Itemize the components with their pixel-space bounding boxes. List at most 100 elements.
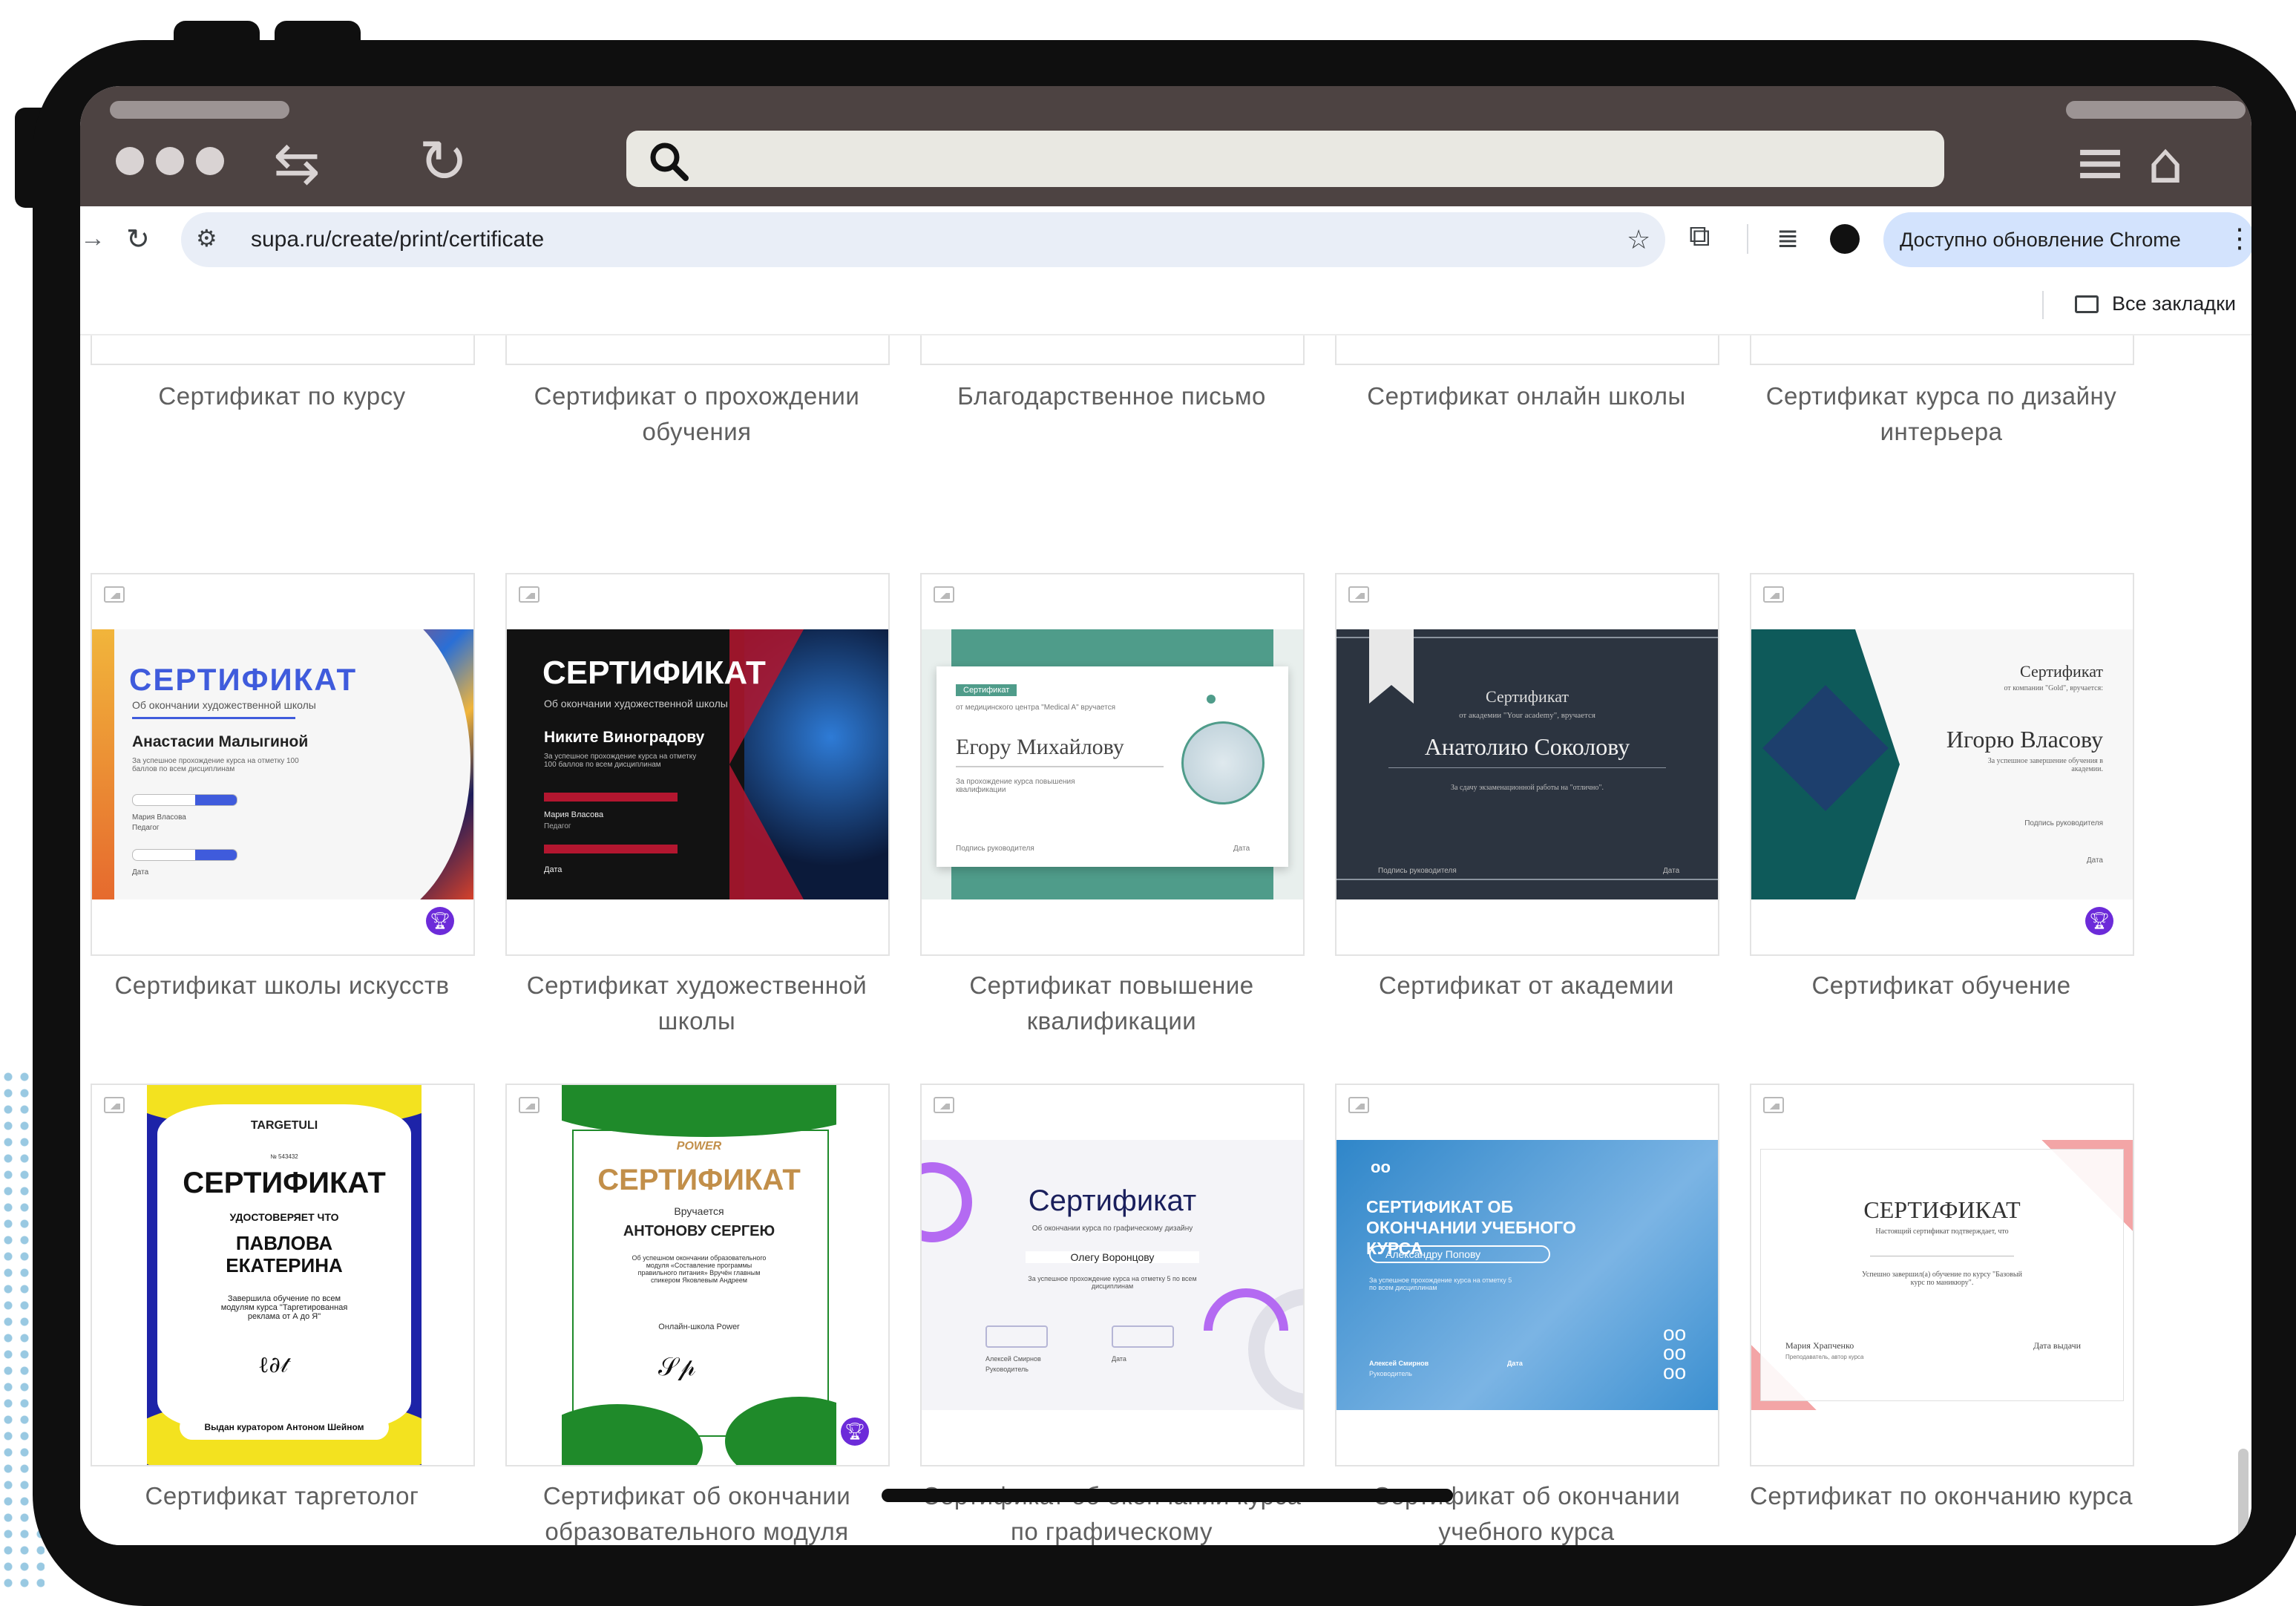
menu-icon[interactable]: ≡ <box>2073 131 2127 194</box>
signature-mark: ℓ∂𝓉 <box>258 1352 289 1378</box>
thumb-name: Игорю Власову <box>1946 726 2103 753</box>
thumb-date: Дата <box>1507 1360 1523 1367</box>
window-dot[interactable] <box>196 147 224 175</box>
search-field[interactable] <box>626 131 1944 187</box>
card-caption[interactable]: Сертификат школы искусств <box>89 968 475 1003</box>
trophy-icon: 🏆︎ <box>841 1417 869 1446</box>
card-caption[interactable]: Сертификат от академии <box>1334 968 1719 1003</box>
card-caption[interactable]: Сертификат о прохождении обучения <box>504 378 890 450</box>
certificate-card[interactable]: СЕРТИФИКАТ Об окончании художественной ш… <box>505 573 890 956</box>
device-toolbar: ⇆ ↻ ≡ ⌂ <box>80 86 2251 206</box>
card-top-partial[interactable] <box>1750 335 2134 365</box>
card-caption[interactable]: Сертификат курса по дизайну интерьера <box>1748 378 2134 450</box>
card-caption[interactable]: Сертификат онлайн школы <box>1334 378 1719 414</box>
thumb-date: Дата <box>1663 867 1680 875</box>
thumb-sign: Алексей Смирнов <box>985 1355 1041 1363</box>
thumb-title: СЕРТИФИКАТ <box>542 655 766 691</box>
thumb-footer: Онлайн-школа Power <box>658 1323 740 1331</box>
thumb-sign: Подпись руководителя <box>1378 867 1457 875</box>
thumb-title: СЕРТИФИКАТ <box>597 1164 801 1196</box>
thumb-body: За успешное прохождение курса на отметку… <box>132 757 299 773</box>
card-top-partial[interactable] <box>505 335 890 365</box>
thumb-subtitle: УДОСТОВЕРЯЕТ ЧТО <box>229 1211 339 1223</box>
reload-icon[interactable]: ↻ <box>419 132 468 191</box>
thumb-sign-role: Руководитель <box>1369 1370 1412 1377</box>
card-caption[interactable]: Сертификат повышение квалификации <box>919 968 1305 1039</box>
thumb-body: За успешное прохождение курса на отметку… <box>1028 1275 1197 1290</box>
image-icon <box>1763 1097 1784 1113</box>
certificate-card[interactable]: СЕРТИФИКАТ Настоящий сертификат подтверж… <box>1750 1084 2134 1466</box>
card-caption[interactable]: Сертификат обучение <box>1748 968 2134 1003</box>
thumb-body: Об успешном окончании образовательного м… <box>632 1254 767 1284</box>
thumb-sign-role: Преподаватель, автор курса <box>1785 1354 1864 1360</box>
address-bar[interactable]: ⚙ supa.ru/create/print/certificate ☆ <box>181 212 1665 267</box>
card-top-partial[interactable] <box>1335 335 1719 365</box>
image-icon <box>104 1097 125 1113</box>
thumb-subtitle: Об окончании художественной школы <box>544 698 728 709</box>
card-caption[interactable]: Сертификат таргетолог <box>89 1478 475 1514</box>
thumb-name: Никите Виноградову <box>544 729 705 746</box>
card-top-partial[interactable] <box>920 335 1305 365</box>
decorative-rings: oo oo oo <box>1663 1322 1687 1383</box>
thumb-name: Анастасии Малыгиной <box>132 733 309 750</box>
image-icon <box>1763 586 1784 603</box>
folder-icon <box>2075 295 2099 313</box>
reload-small-icon[interactable]: ↻ <box>126 223 150 256</box>
certificate-card[interactable]: Сертификат Об окончании курса по графиче… <box>920 1084 1305 1466</box>
card-caption[interactable]: Сертификат по окончанию курса <box>1748 1478 2134 1514</box>
thumb-title: Сертификат <box>2020 662 2103 681</box>
certificate-card[interactable]: Сертификат от академии "Your academy", в… <box>1335 573 1719 956</box>
trophy-icon: 🏆︎ <box>426 907 454 935</box>
thumb-subtitle: Вручается <box>674 1205 724 1217</box>
thumb-subtitle: Об окончании курса по графическому дизай… <box>1031 1225 1193 1233</box>
card-caption[interactable]: Благодарственное письмо <box>919 378 1305 414</box>
extensions-icon[interactable]: ⧉ <box>1689 220 1710 253</box>
certificate-thumbnail: Сертификат от академии "Your academy", в… <box>1336 629 1718 899</box>
home-icon[interactable]: ⌂ <box>2148 135 2183 191</box>
bookmarks-bar: Все закладки <box>80 278 2251 335</box>
thumb-subtitle: от академии "Your academy", вручается <box>1459 711 1595 720</box>
back-forward-icon[interactable]: ⇆ <box>273 135 321 191</box>
forward-icon[interactable]: → <box>80 224 105 253</box>
logo-mark: oo <box>1371 1158 1391 1176</box>
chrome-update-button[interactable]: Доступно обновление Chrome ⋮ <box>1883 212 2251 267</box>
certificate-card[interactable]: TARGETULI № 543432 СЕРТИФИКАТ УДОСТОВЕРЯ… <box>91 1084 475 1466</box>
thumb-name: АНТОНОВУ СЕРГЕЮ <box>623 1223 775 1239</box>
media-icon[interactable]: ≣ <box>1777 223 1799 254</box>
thumb-body: За прохождение курса повышения квалифика… <box>956 778 1075 794</box>
url-text: supa.ru/create/print/certificate <box>251 227 545 252</box>
thumb-brand: POWER <box>676 1140 722 1153</box>
certificate-thumbnail: СЕРТИФИКАТ Настоящий сертификат подтверж… <box>1751 1140 2133 1410</box>
thumb-tag: Сертификат <box>956 684 1017 696</box>
star-icon[interactable]: ☆ <box>1627 224 1650 255</box>
profile-icon[interactable] <box>1830 224 1860 254</box>
search-icon <box>650 142 689 181</box>
certificate-card[interactable]: oo СЕРТИФИКАТ ОБ ОКОНЧАНИИ УЧЕБНОГО КУРС… <box>1335 1084 1719 1466</box>
certificate-card[interactable]: Сертификат от медицинского центра "Medic… <box>920 573 1305 956</box>
thumb-title: СЕРТИФИКАТ <box>129 662 358 697</box>
card-top-partial[interactable] <box>91 335 475 365</box>
scrollbar[interactable] <box>2238 1449 2249 1545</box>
window-dot[interactable] <box>116 147 144 175</box>
certificate-card[interactable]: СЕРТИФИКАТ Об окончании художественной ш… <box>91 573 475 956</box>
thumb-title: Сертификат <box>1028 1184 1197 1217</box>
certificate-card[interactable]: POWER СЕРТИФИКАТ Вручается АНТОНОВУ СЕРГ… <box>505 1084 890 1466</box>
thumb-date: Дата <box>1112 1355 1126 1363</box>
chrome-update-label: Доступно обновление Chrome <box>1900 229 2181 251</box>
thumb-body: За успешное завершение обучения в академ… <box>1987 757 2103 773</box>
certificate-thumbnail: Сертификат от медицинского центра "Medic… <box>922 629 1303 899</box>
thumb-sign: Подпись руководителя <box>2024 819 2103 827</box>
card-caption[interactable]: Сертификат по курсу <box>89 378 475 414</box>
card-caption[interactable]: Сертификат об окончании образовательного… <box>504 1478 890 1545</box>
more-icon[interactable]: ⋮ <box>2226 223 2251 254</box>
site-settings-icon[interactable]: ⚙ <box>196 224 217 252</box>
all-bookmarks-link[interactable]: Все закладки <box>2112 292 2236 315</box>
card-caption[interactable]: Сертификат художественной школы <box>504 968 890 1039</box>
thumb-body: Успешно завершил(а) обучение по курсу "Б… <box>1862 1271 2022 1287</box>
thumb-name: ПАВЛОВА ЕКАТЕРИНА <box>226 1232 343 1276</box>
certificate-thumbnail: СЕРТИФИКАТ Об окончании художественной ш… <box>507 629 888 899</box>
thumb-sign-role: Педагог <box>544 822 571 830</box>
certificate-card[interactable]: Сертификат от компании "Gold", вручается… <box>1750 573 2134 956</box>
thumb-name: Александру Попову <box>1369 1245 1550 1263</box>
window-dot[interactable] <box>156 147 184 175</box>
